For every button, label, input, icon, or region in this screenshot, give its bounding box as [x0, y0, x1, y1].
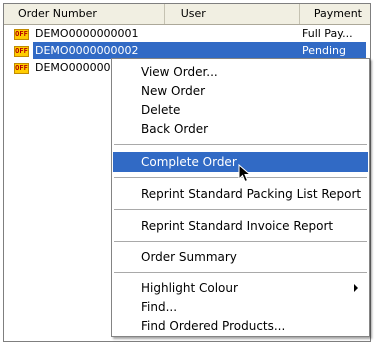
- column-header-order-number[interactable]: Order Number: [4, 4, 165, 24]
- menu-separator: [114, 241, 367, 242]
- off-status-icon: OFF: [14, 63, 29, 74]
- table-row-selected[interactable]: OFF DEMO0000000002 Pending: [4, 42, 370, 59]
- table-row[interactable]: OFF DEMO0000000001 Full Pay...: [4, 25, 370, 42]
- menu-item-view-order[interactable]: View Order...: [113, 62, 368, 82]
- order-number-cell: DEMO0000000: [35, 61, 118, 74]
- order-number-cell: DEMO0000000002: [33, 42, 141, 59]
- menu-item-find-ordered-products[interactable]: Find Ordered Products...: [113, 316, 368, 336]
- payment-cell: Pending: [302, 44, 346, 57]
- column-header-payment[interactable]: Payment: [300, 4, 370, 24]
- menu-item-label: Highlight Colour: [141, 281, 238, 295]
- menu-item-order-summary[interactable]: Order Summary: [113, 247, 368, 267]
- column-header-user[interactable]: User: [165, 4, 300, 24]
- payment-cell: Full Pay...: [302, 27, 353, 40]
- mouse-pointer-icon: [238, 164, 252, 183]
- order-number-cell: DEMO0000000001: [35, 27, 139, 40]
- chevron-right-icon: [354, 284, 358, 292]
- menu-item-reprint-invoice[interactable]: Reprint Standard Invoice Report: [113, 216, 368, 236]
- menu-separator: [114, 144, 367, 145]
- menu-separator: [114, 272, 367, 273]
- off-status-icon: OFF: [14, 46, 29, 57]
- menu-separator: [114, 209, 367, 210]
- menu-item-new-order[interactable]: New Order: [113, 81, 368, 101]
- menu-item-highlight-colour[interactable]: Highlight Colour: [113, 278, 368, 298]
- menu-item-delete[interactable]: Delete: [113, 100, 368, 120]
- menu-item-find[interactable]: Find...: [113, 297, 368, 317]
- menu-item-back-order[interactable]: Back Order: [113, 119, 368, 139]
- context-menu: View Order... New Order Delete Back Orde…: [111, 58, 370, 337]
- off-status-icon: OFF: [14, 29, 29, 40]
- list-header: Order Number User Payment: [4, 4, 370, 25]
- menu-item-reprint-packing-list[interactable]: Reprint Standard Packing List Report: [113, 184, 368, 204]
